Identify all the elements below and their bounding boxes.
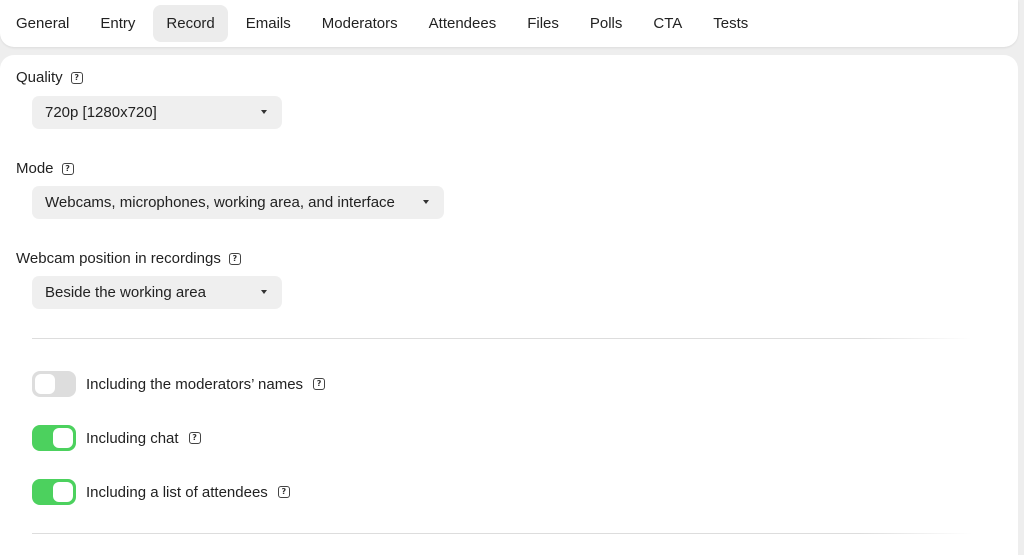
- quality-select[interactable]: 720p [1280x720]: [32, 96, 282, 129]
- toggle-knob: [35, 374, 55, 394]
- webcam-position-select[interactable]: Beside the working area: [32, 276, 282, 309]
- tab-cta[interactable]: CTA: [640, 5, 695, 42]
- tab-files[interactable]: Files: [514, 5, 572, 42]
- quality-label-text: Quality: [16, 69, 63, 86]
- webcam-position-label-text: Webcam position in recordings: [16, 250, 221, 267]
- moderators-names-label: Including the moderators’ names: [86, 375, 304, 393]
- tab-general[interactable]: General: [3, 5, 82, 42]
- webcam-position-label: Webcam position in recordings ?: [16, 250, 241, 267]
- tab-entry[interactable]: Entry: [87, 5, 148, 42]
- attendees-list-label: Including a list of attendees: [86, 483, 268, 501]
- divider: [32, 338, 972, 339]
- toggle-row-attendees-list: Including a list of attendees ?: [32, 479, 290, 505]
- chat-label: Including chat: [86, 429, 179, 447]
- divider: [32, 533, 972, 534]
- tab-tests[interactable]: Tests: [700, 5, 761, 42]
- mode-select[interactable]: Webcams, microphones, working area, and …: [32, 186, 444, 219]
- caret-down-icon: [261, 290, 267, 294]
- help-icon[interactable]: ?: [188, 432, 201, 444]
- tab-attendees[interactable]: Attendees: [416, 5, 510, 42]
- mode-select-value: Webcams, microphones, working area, and …: [45, 194, 395, 211]
- quality-select-value: 720p [1280x720]: [45, 104, 157, 121]
- help-icon[interactable]: ?: [61, 162, 74, 175]
- help-icon[interactable]: ?: [70, 71, 83, 84]
- chat-toggle[interactable]: [32, 425, 76, 451]
- caret-down-icon: [423, 200, 429, 204]
- tab-emails[interactable]: Emails: [233, 5, 304, 42]
- record-settings-panel: Quality ? 720p [1280x720] Mode ? Webcams…: [0, 55, 1018, 555]
- tab-bar: General Entry Record Emails Moderators A…: [0, 0, 1018, 47]
- help-icon[interactable]: ?: [313, 378, 326, 390]
- moderators-names-toggle[interactable]: [32, 371, 76, 397]
- toggle-row-moderators-names: Including the moderators’ names ?: [32, 371, 326, 397]
- quality-label: Quality ?: [16, 69, 83, 86]
- mode-label: Mode ?: [16, 160, 74, 177]
- webcam-position-select-value: Beside the working area: [45, 284, 206, 301]
- toggle-row-chat: Including chat ?: [32, 425, 201, 451]
- tab-moderators[interactable]: Moderators: [309, 5, 411, 42]
- tab-record[interactable]: Record: [153, 5, 228, 42]
- mode-label-text: Mode: [16, 160, 54, 177]
- toggle-knob: [53, 428, 73, 448]
- tab-polls[interactable]: Polls: [577, 5, 636, 42]
- attendees-list-toggle[interactable]: [32, 479, 76, 505]
- caret-down-icon: [261, 110, 267, 114]
- help-icon[interactable]: ?: [228, 252, 241, 265]
- toggle-knob: [53, 482, 73, 502]
- help-icon[interactable]: ?: [277, 486, 290, 498]
